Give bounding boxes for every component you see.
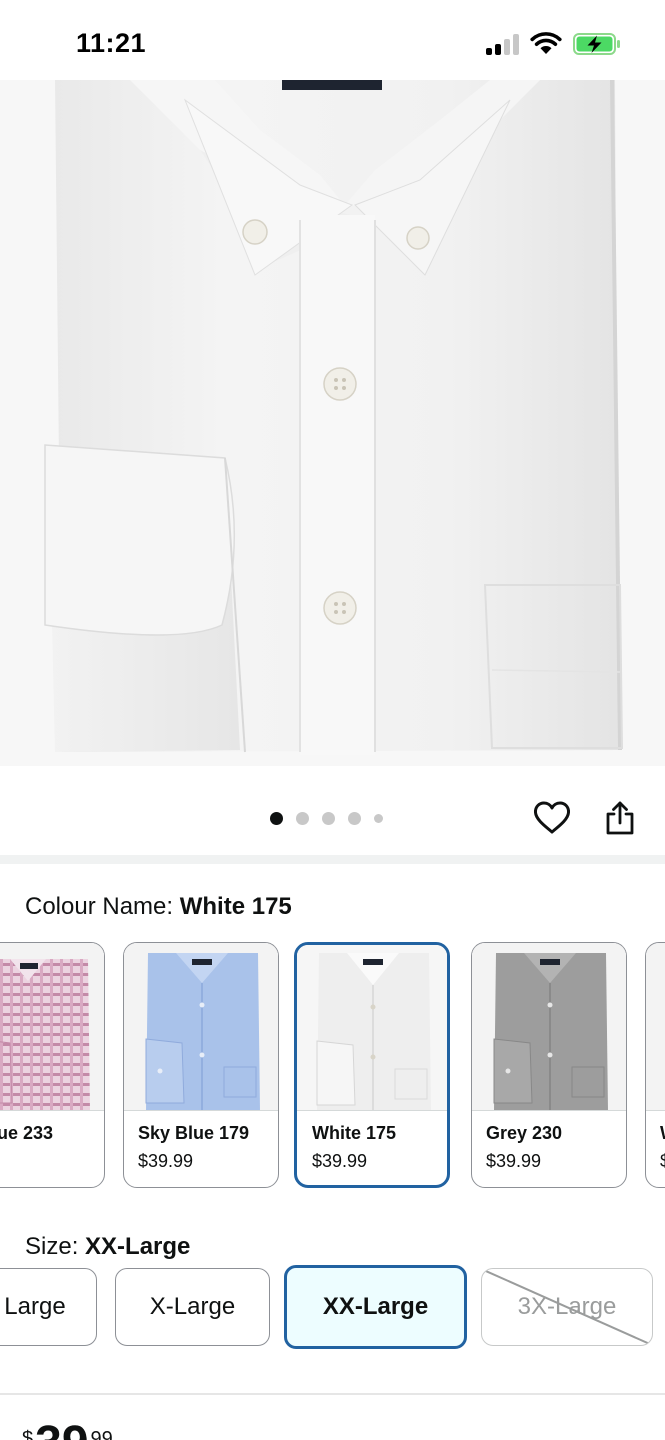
colour-swatch[interactable]: Sky Blue 179 $39.99 xyxy=(123,942,279,1188)
carousel-dot[interactable] xyxy=(296,811,309,825)
swatch-price: $39.99 xyxy=(138,1151,194,1171)
price-fraction: 99 xyxy=(90,1428,113,1440)
swatch-thumbnail xyxy=(0,943,104,1111)
swatch-price: $39.99 xyxy=(312,1151,368,1171)
size-option-label: Large xyxy=(4,1293,66,1320)
colour-swatch[interactable]: W $ xyxy=(645,942,665,1188)
size-label: Size: XX-Large xyxy=(25,1233,190,1261)
swatch-name: Sky Blue 179 xyxy=(138,1123,250,1143)
section-divider xyxy=(0,1393,665,1395)
colour-swatch[interactable]: k Blue 233 99 xyxy=(0,942,105,1188)
colour-selected-value: White 175 xyxy=(179,893,292,920)
swatch-price: $ xyxy=(660,1151,665,1172)
heart-icon[interactable] xyxy=(532,798,572,838)
size-option-xx-large[interactable]: XX-Large xyxy=(284,1265,467,1349)
size-option-label: XX-Large xyxy=(322,1293,429,1320)
swatch-price: $39.99 xyxy=(486,1151,542,1171)
status-time: 11:21 xyxy=(76,28,147,58)
colour-swatch[interactable]: Grey 230 $39.99 xyxy=(471,942,627,1188)
swatch-name: k Blue 233 xyxy=(0,1123,54,1143)
size-option-list[interactable]: Large X-Large XX-Large 3X-Large xyxy=(0,1264,665,1350)
swatch-thumbnail xyxy=(472,943,626,1111)
size-option-large[interactable]: Large xyxy=(0,1268,97,1346)
wifi-icon xyxy=(530,30,562,56)
swatch-thumbnail xyxy=(124,943,278,1111)
size-option-x-large[interactable]: X-Large xyxy=(115,1268,270,1346)
battery-charging-icon xyxy=(573,33,621,55)
unavailable-strike xyxy=(483,1269,652,1345)
size-label-text: Size: xyxy=(25,1233,79,1260)
swatch-name: White 175 xyxy=(312,1123,397,1143)
swatch-name: W xyxy=(660,1123,665,1144)
carousel-pagination[interactable] xyxy=(270,811,383,825)
section-divider xyxy=(0,855,665,864)
shirt-illustration xyxy=(0,80,665,766)
size-option-3x-large-unavailable[interactable]: 3X-Large xyxy=(481,1268,653,1346)
colour-label: Colour Name: White 175 xyxy=(25,893,292,921)
share-icon[interactable] xyxy=(600,798,640,838)
product-image[interactable] xyxy=(0,80,665,766)
swatch-name: Grey 230 xyxy=(486,1123,563,1143)
image-carousel-controls xyxy=(0,766,665,856)
carousel-dot[interactable] xyxy=(348,811,361,825)
price-currency: $ xyxy=(22,1428,34,1440)
cellular-signal-icon xyxy=(486,33,520,55)
carousel-dot[interactable] xyxy=(270,811,283,825)
colour-swatch-selected[interactable]: White 175 $39.99 xyxy=(294,942,450,1188)
carousel-dot[interactable] xyxy=(322,811,335,825)
status-bar: 11:21 xyxy=(0,0,665,80)
carousel-dot[interactable] xyxy=(374,813,383,823)
colour-swatch-list[interactable]: k Blue 233 99 Sky Blue 179 $39.99 xyxy=(0,940,665,1192)
swatch-thumbnail xyxy=(297,945,447,1111)
product-price: $ 39 99 xyxy=(22,1424,113,1440)
colour-label-text: Colour Name: xyxy=(25,893,174,920)
size-option-label: X-Large xyxy=(149,1293,236,1320)
swatch-thumbnail xyxy=(646,943,665,1111)
price-whole: 39 xyxy=(35,1424,88,1440)
size-selected-value: XX-Large xyxy=(85,1233,191,1260)
